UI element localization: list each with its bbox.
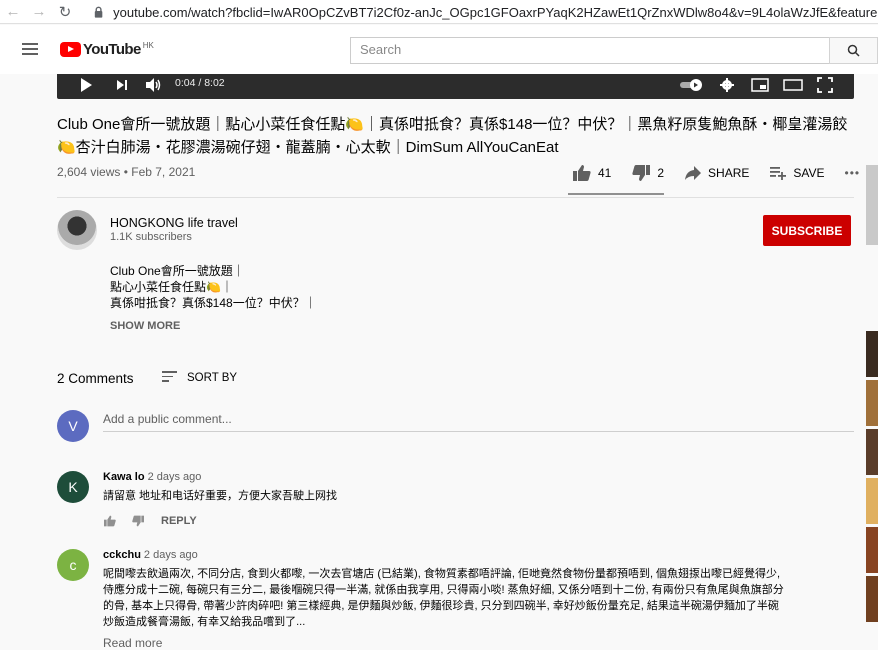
recommended-thumbnails-strip <box>866 74 878 649</box>
description-line: 點心小菜任食任點🍋｜ <box>110 280 233 294</box>
comments-count: 2 Comments <box>57 371 134 386</box>
show-more-button[interactable]: SHOW MORE <box>110 320 180 332</box>
search-input[interactable]: Search <box>350 37 830 64</box>
next-icon[interactable] <box>115 77 129 93</box>
comment-author[interactable]: cckchu 2 days ago <box>103 549 198 561</box>
comment-like-icon[interactable] <box>103 515 117 527</box>
settings-gear-icon[interactable] <box>719 77 735 93</box>
author-name[interactable]: Kawa lo <box>103 471 145 483</box>
video-actions: 41 2 SHARE SAVE ••• <box>572 164 878 182</box>
comment-line: 侍應分成十二碗, 每碗只有三分二, 最後嗰碗只得一半滿, 就係由我享用, 只得兩… <box>103 584 784 596</box>
current-user-avatar: V <box>57 410 89 442</box>
youtube-header: YouTube HK Search <box>0 25 878 74</box>
divider <box>57 197 854 198</box>
thumbs-up-icon <box>573 165 591 181</box>
menu-icon[interactable] <box>22 43 38 55</box>
view-count-date: 2,604 views • Feb 7, 2021 <box>57 165 196 179</box>
theater-mode-icon[interactable] <box>783 77 803 93</box>
like-ratio-bar <box>568 193 664 195</box>
search-icon <box>847 44 860 57</box>
search-button[interactable] <box>829 37 878 64</box>
player-time: 0:04 / 8:02 <box>175 77 225 89</box>
url-text: youtube.com/watch?fbclid=IwAR0OpCZvBT7i2… <box>113 4 878 20</box>
dislike-button[interactable]: 2 <box>631 164 664 182</box>
youtube-logo[interactable]: YouTube HK <box>60 41 154 58</box>
channel-avatar[interactable] <box>57 210 97 250</box>
comment-author[interactable]: Kawa lo 2 days ago <box>103 471 201 483</box>
address-bar[interactable]: youtube.com/watch?fbclid=IwAR0OpCZvBT7i2… <box>92 2 878 22</box>
reload-icon[interactable]: ↻ <box>52 0 78 24</box>
comment-avatar[interactable]: c <box>57 549 89 581</box>
thumbs-down-icon <box>632 165 651 181</box>
video-description: Club One會所一號放題｜ 點心小菜任食任點🍋｜ 真係咁抵食？真係$148一… <box>110 263 317 311</box>
sort-label: SORT BY <box>187 371 238 384</box>
comment-line: 呢間嚟去飲過兩次, 不同分店, 食到火都嚟, 一次去官塘店 (已結業), 食物質… <box>103 568 781 580</box>
author-name[interactable]: cckchu <box>103 549 141 561</box>
save-button[interactable]: SAVE <box>769 165 825 181</box>
like-count: 41 <box>598 166 612 180</box>
comment-text: 呢間嚟去飲過兩次, 不同分店, 食到火都嚟, 一次去官塘店 (已結業), 食物質… <box>103 566 855 630</box>
subscriber-count: 1.1K subscribers <box>110 231 192 243</box>
like-button[interactable]: 41 <box>572 164 611 182</box>
forward-arrow-icon[interactable]: → <box>26 0 52 24</box>
comment-avatar[interactable]: K <box>57 471 89 503</box>
play-icon[interactable] <box>79 77 93 93</box>
more-actions-button[interactable]: ••• <box>845 166 861 180</box>
volume-icon[interactable] <box>145 77 163 93</box>
comment-line: 的骨, 基本上只得骨, 帶著少許肉碎吧! 第三樣經典, 是伊麵與炒飯, 伊麵很珍… <box>103 600 779 612</box>
share-icon <box>685 166 702 180</box>
miniplayer-icon[interactable] <box>751 77 769 93</box>
add-comment-underline <box>103 431 854 432</box>
share-label: SHARE <box>708 166 750 180</box>
reply-button[interactable]: REPLY <box>161 515 197 527</box>
dislike-count: 2 <box>657 166 665 180</box>
playlist-add-icon <box>770 167 787 180</box>
more-dots-icon: ••• <box>844 166 861 180</box>
video-title: Club One會所一號放題｜點心小菜任食任點🍋｜真係咁抵食？真係$148一位？… <box>57 116 848 156</box>
comment-time[interactable]: 2 days ago <box>144 549 198 561</box>
comment-actions: REPLY <box>103 515 197 527</box>
fullscreen-icon[interactable] <box>817 77 833 93</box>
comment-time[interactable]: 2 days ago <box>148 471 202 483</box>
comment-dislike-icon[interactable] <box>131 515 145 527</box>
add-comment-input[interactable]: Add a public comment... <box>103 412 232 426</box>
comment-text: 請留意 地址和电话好重要，方便大家吾駛上网找 <box>103 490 338 502</box>
sort-icon <box>162 371 177 385</box>
youtube-play-icon <box>60 42 81 57</box>
browser-toolbar: ← → ↻ youtube.com/watch?fbclid=IwAR0OpCZ… <box>0 0 878 24</box>
channel-name[interactable]: HONGKONG life travel <box>110 216 238 230</box>
subscribe-button[interactable]: SUBSCRIBE <box>763 215 851 246</box>
share-button[interactable]: SHARE <box>684 165 749 181</box>
logo-region: HK <box>142 40 154 50</box>
description-line: Club One會所一號放題｜ <box>110 264 245 278</box>
read-more-button[interactable]: Read more <box>103 636 162 650</box>
comment-line: 炒飯造成餐膏湯飯, 有幸又給我品嚐到了... <box>103 616 306 628</box>
lock-icon <box>94 6 103 18</box>
video-player[interactable]: 0:04 / 8:02 <box>57 74 854 99</box>
back-arrow-icon[interactable]: ← <box>0 0 26 24</box>
logo-text: YouTube <box>83 41 141 58</box>
autoplay-toggle-icon[interactable] <box>679 77 703 93</box>
sort-button[interactable]: SORT BY <box>162 371 237 385</box>
save-label: SAVE <box>793 166 825 180</box>
description-line: 真係咁抵食？真係$148一位？中伏？｜ <box>110 296 317 310</box>
